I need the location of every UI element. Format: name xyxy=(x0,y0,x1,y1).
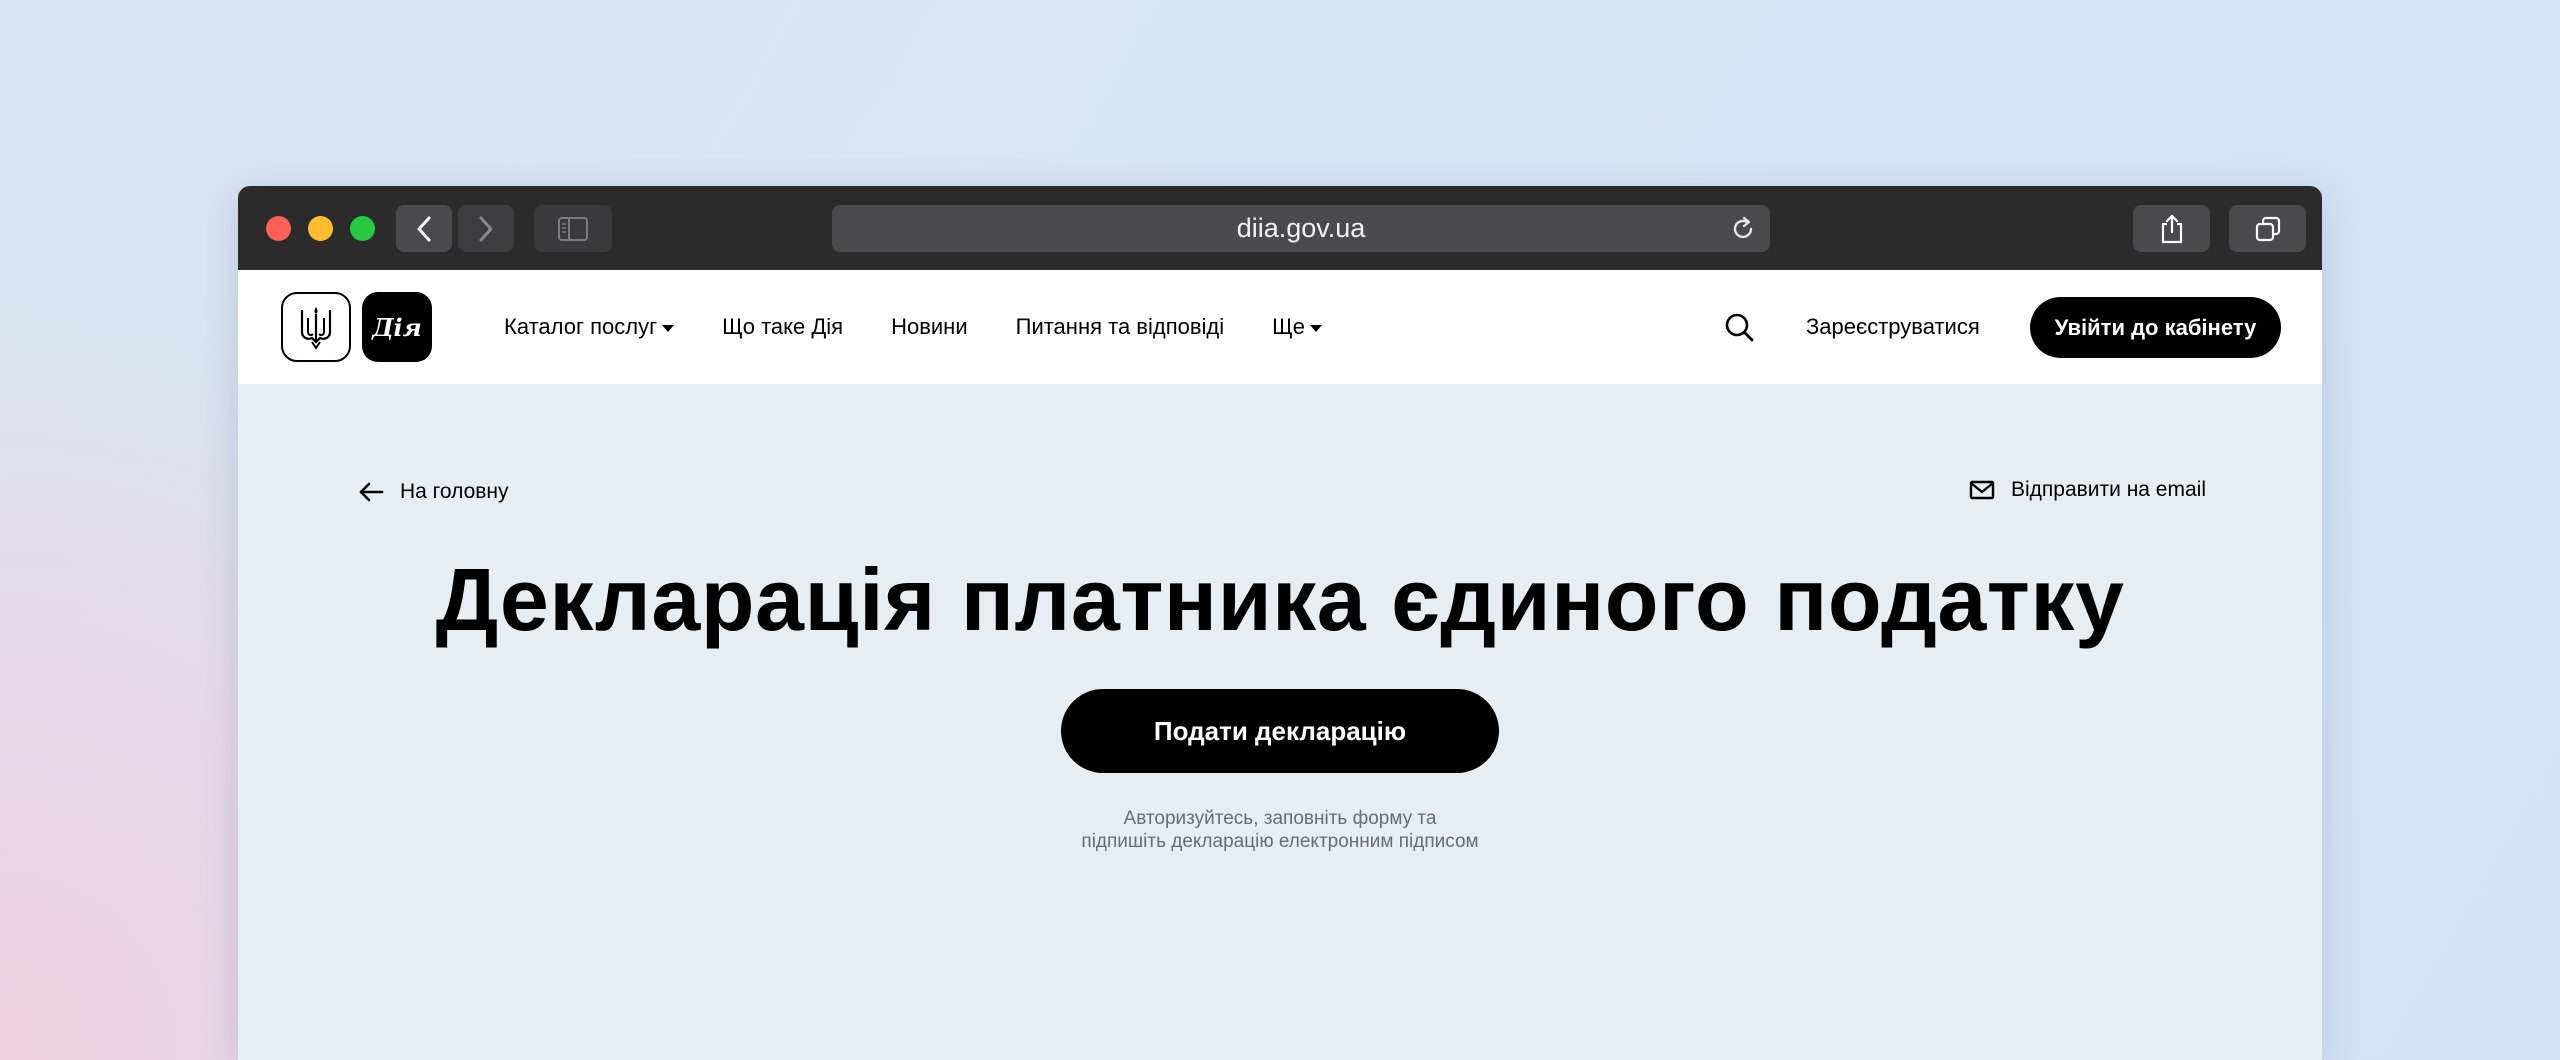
main-content: На головну Відправити на email Деклараці… xyxy=(238,384,2322,1060)
back-to-home-link[interactable]: На головну xyxy=(358,480,509,504)
caret-down-icon xyxy=(1310,324,1323,332)
mail-icon xyxy=(1969,480,1995,500)
register-link[interactable]: Зареєструватися xyxy=(1806,270,1980,384)
site-header: Дія Каталог послуг Що таке Дія Новини Пи… xyxy=(238,270,2322,384)
close-window-button[interactable] xyxy=(266,216,291,241)
search-icon[interactable] xyxy=(1722,310,1756,344)
send-email-link[interactable]: Відправити на email xyxy=(1969,478,2206,502)
back-button[interactable] xyxy=(396,205,452,252)
browser-window: diia.gov.ua Дія Каталог послуг Що таке Д… xyxy=(238,186,2322,1060)
nav-item-more[interactable]: Ще xyxy=(1272,314,1323,340)
login-button[interactable]: Увійти до кабінету xyxy=(2030,297,2281,358)
caret-down-icon xyxy=(662,324,675,332)
chevron-left-icon xyxy=(417,216,431,241)
nav-item-label: Що таке Дія xyxy=(722,314,844,339)
nav-item-news[interactable]: Новини xyxy=(891,314,968,340)
instruction-text: Авторизуйтесь, заповніть форму та підпиш… xyxy=(1081,808,1479,852)
main-navigation: Каталог послуг Що таке Дія Новини Питанн… xyxy=(504,270,1323,384)
diia-logo-text: Дія xyxy=(372,312,422,342)
minimize-window-button[interactable] xyxy=(308,216,333,241)
arrow-left-icon xyxy=(359,482,384,502)
maximize-window-button[interactable] xyxy=(350,216,375,241)
register-label: Зареєструватися xyxy=(1806,314,1980,339)
submit-declaration-button[interactable]: Подати декларацію xyxy=(1061,689,1499,773)
tabs-overview-button[interactable] xyxy=(2229,205,2306,252)
nav-item-faq[interactable]: Питання та відповіді xyxy=(1016,314,1225,340)
share-icon xyxy=(2161,214,2182,243)
sidebar-toggle-button[interactable] xyxy=(534,205,612,252)
tabs-overview-icon xyxy=(2255,216,2280,241)
nav-item-label: Ще xyxy=(1272,314,1306,339)
address-bar[interactable]: diia.gov.ua xyxy=(832,205,1770,252)
diia-logo[interactable]: Дія xyxy=(362,292,432,362)
email-link-label: Відправити на email xyxy=(2010,478,2206,501)
trident-icon xyxy=(300,307,332,350)
back-link-label: На головну xyxy=(400,480,509,503)
reload-icon[interactable] xyxy=(1730,216,1756,242)
submit-declaration-label: Подати декларацію xyxy=(1153,715,1407,746)
nav-item-label: Питання та відповіді xyxy=(1015,314,1225,339)
nav-item-catalog[interactable]: Каталог послуг xyxy=(504,314,675,340)
nav-item-label: Новини xyxy=(891,314,968,339)
nav-item-label: Каталог послуг xyxy=(504,314,658,339)
login-label: Увійти до кабінету xyxy=(2054,314,2257,340)
share-button[interactable] xyxy=(2133,205,2210,252)
window-controls xyxy=(266,216,375,241)
address-bar-url: diia.gov.ua xyxy=(1236,213,1366,243)
sidebar-icon xyxy=(558,216,588,241)
page-title: Декларація платника єдиного податку xyxy=(435,550,2125,649)
nav-item-what-is-diia[interactable]: Що таке Дія xyxy=(722,314,843,340)
coat-of-arms-logo[interactable] xyxy=(281,292,351,362)
forward-button[interactable] xyxy=(458,205,514,252)
chevron-right-icon xyxy=(479,216,493,241)
browser-toolbar: diia.gov.ua xyxy=(238,186,2322,270)
